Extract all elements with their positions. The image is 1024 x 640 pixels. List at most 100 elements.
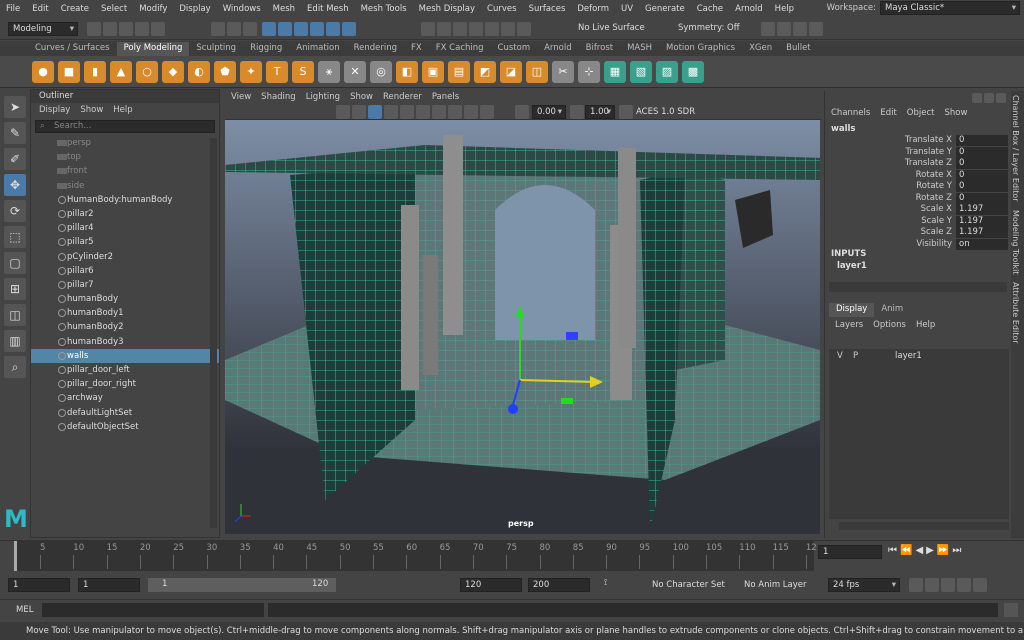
channel-name[interactable]: Translate Y [906, 147, 953, 157]
channelbox-menu-object[interactable]: Object [907, 108, 935, 118]
outliner-search-input[interactable]: ⌕ Search... [35, 120, 215, 133]
svg-icon[interactable]: S [292, 60, 314, 83]
channelbox-scrollbar[interactable] [829, 282, 1007, 292]
snap-grid-icon[interactable] [421, 22, 435, 36]
menu-uv[interactable]: UV [615, 4, 639, 14]
go-to-start-icon[interactable]: ⏮ [888, 545, 900, 556]
live-surface-label[interactable]: No Live Surface [578, 23, 645, 33]
viewport-menu-renderer[interactable]: Renderer [383, 91, 422, 104]
hypershade-icon[interactable] [809, 22, 823, 36]
snap-icon[interactable] [517, 22, 531, 36]
new-scene-icon[interactable] [87, 22, 101, 36]
plane-handle[interactable] [566, 332, 578, 340]
shelf-tab-xgen[interactable]: XGen [742, 42, 779, 56]
render-settings-icon[interactable] [793, 22, 807, 36]
exposure-icon[interactable] [515, 104, 529, 119]
poly-cone-icon[interactable]: ▲ [110, 60, 132, 83]
color-management-icon[interactable] [619, 104, 633, 119]
current-frame-field[interactable]: 1 [818, 545, 882, 559]
channel-value[interactable]: 0 [956, 135, 1008, 146]
side-tab-1[interactable]: Modeling Toolkit [1011, 206, 1020, 278]
playback-end-field[interactable]: 120 [460, 578, 522, 592]
menu-create[interactable]: Create [55, 4, 95, 14]
gamma-icon[interactable] [570, 104, 584, 119]
viewport-menu-panels[interactable]: Panels [432, 91, 459, 104]
single-view-icon[interactable]: ▢ [4, 252, 26, 274]
uv-editor-icon[interactable]: ▦ [604, 60, 626, 83]
viewport-menu-view[interactable]: View [231, 91, 251, 104]
mask-icon[interactable] [325, 22, 340, 36]
outliner-item[interactable]: pillar4 [31, 221, 219, 235]
shelf-tab-mash[interactable]: MASH [620, 42, 659, 56]
cylindrical-map-icon[interactable]: ▨ [656, 60, 678, 83]
menu-select[interactable]: Select [95, 4, 133, 14]
playback-start-field[interactable]: 1 [78, 578, 140, 592]
plane-handle[interactable] [561, 398, 573, 404]
outliner-item[interactable]: humanBody2 [31, 320, 219, 334]
shelf-tab-rigging[interactable]: Rigging [243, 42, 289, 56]
step-forward-key-icon[interactable]: ⏩ [937, 545, 952, 556]
paint-select-icon[interactable]: ✐ [4, 148, 26, 170]
viewport-menu-show[interactable]: Show [350, 91, 373, 104]
mask-icon[interactable] [341, 22, 356, 36]
separate-icon[interactable]: ✕ [344, 60, 366, 83]
outliner-item[interactable]: front [31, 164, 219, 178]
timeline-bar[interactable]: 5 10 15 20 25 30 35 40 45 50 55 60 65 70 75 80 85 90 95 100… [14, 541, 817, 571]
shelf-tab-fx[interactable]: FX [404, 42, 429, 56]
menu-arnold[interactable]: Arnold [729, 4, 769, 14]
outliner-item[interactable]: pillar7 [31, 278, 219, 292]
menu-edit-mesh[interactable]: Edit Mesh [301, 4, 355, 14]
outliner-item[interactable]: walls [31, 348, 219, 363]
channel-name[interactable]: Rotate Z [916, 193, 952, 203]
snap-surface-icon[interactable] [485, 22, 499, 36]
poly-plane-icon[interactable]: ◆ [162, 60, 184, 83]
menu-mesh[interactable]: Mesh [267, 4, 301, 14]
poly-torus-icon[interactable]: ○ [136, 60, 158, 83]
snap-view-icon[interactable] [469, 22, 483, 36]
3d-viewport[interactable]: persp [225, 120, 820, 534]
script-editor-icon[interactable] [1004, 603, 1018, 617]
four-view-icon[interactable]: ⊞ [4, 278, 26, 300]
shelf-tab-poly-modeling[interactable]: Poly Modeling [116, 42, 190, 56]
channel-value[interactable]: 1.197 [956, 227, 1008, 238]
outliner-item[interactable]: humanBody [31, 292, 219, 306]
shelf-tab-sculpting[interactable]: Sculpting [189, 42, 243, 56]
menu-mesh-tools[interactable]: Mesh Tools [355, 4, 413, 14]
menu-edit[interactable]: Edit [26, 4, 54, 14]
shadows-icon[interactable] [416, 104, 430, 119]
channel-value[interactable]: 0 [956, 169, 1008, 181]
anim-layer-dropdown[interactable]: No Anim Layer [744, 580, 807, 590]
outliner-item[interactable]: pillar6 [31, 264, 219, 278]
move-z-handle[interactable] [508, 404, 518, 414]
snap-point-icon[interactable] [453, 22, 467, 36]
channel-value[interactable]: 0 [956, 158, 1008, 169]
bevel-icon[interactable]: ◩ [474, 60, 496, 83]
channel-name[interactable]: Rotate X [916, 170, 952, 180]
lights-icon[interactable] [400, 104, 414, 119]
smooth-shade-icon[interactable] [352, 104, 366, 119]
textured-icon[interactable] [384, 104, 398, 119]
channel-name[interactable]: Translate Z [905, 158, 952, 168]
target-weld-icon[interactable]: ⊹ [578, 60, 600, 83]
layer-menu-help[interactable]: Help [916, 320, 935, 330]
search-icon[interactable]: ⌕ [4, 356, 26, 378]
menu-surfaces[interactable]: Surfaces [523, 4, 572, 14]
layer-visibility-toggle[interactable]: V [837, 351, 843, 361]
move-tool-icon[interactable]: ✥ [4, 174, 26, 196]
play-back-icon[interactable]: ◀ [915, 545, 926, 556]
channelbox-menu-channels[interactable]: Channels [831, 108, 870, 118]
channel-name[interactable]: Scale Z [921, 227, 952, 237]
channel-name[interactable]: Visibility [916, 239, 952, 249]
smooth-icon[interactable]: ◎ [370, 60, 392, 83]
channelbox-toggle-icon[interactable] [972, 93, 982, 103]
auto-key-icon[interactable]: ⟟ [604, 578, 607, 588]
shelf-tab-curves-surfaces[interactable]: Curves / Surfaces [28, 42, 117, 56]
channel-value[interactable]: 0 [956, 181, 1008, 192]
outliner-item[interactable]: pillar2 [31, 207, 219, 221]
menu-generate[interactable]: Generate [639, 4, 691, 14]
channel-value[interactable]: 1.197 [956, 215, 1008, 227]
aa-icon[interactable] [448, 104, 462, 119]
menu-help[interactable]: Help [769, 4, 800, 14]
channelbox-toggle-icon[interactable] [984, 93, 994, 103]
gamma-field[interactable]: 1.00 [585, 104, 615, 119]
